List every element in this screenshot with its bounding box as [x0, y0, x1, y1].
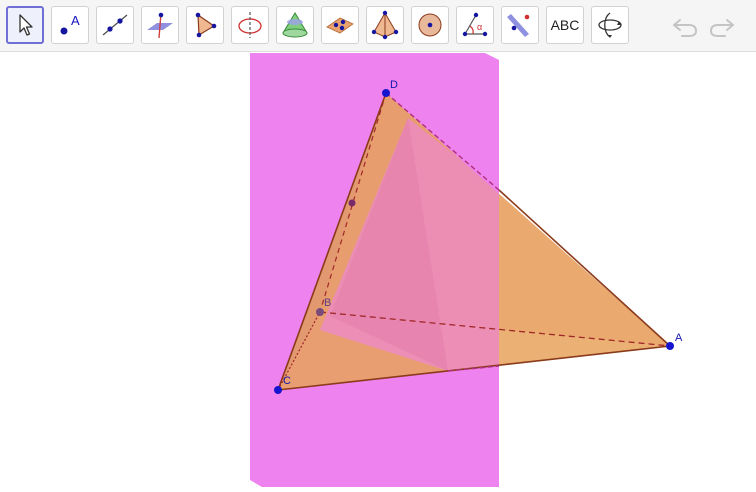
text-tool-button[interactable]: ABC	[546, 6, 584, 44]
cone-icon	[282, 12, 308, 38]
point-tool-glyph: A	[71, 13, 80, 28]
circle-around-axis-icon	[238, 12, 262, 38]
perpendicular-line-icon	[147, 12, 173, 39]
label-c: C	[283, 375, 291, 387]
sphere-icon	[418, 13, 442, 37]
angle-icon: α	[462, 12, 488, 37]
graphics-view-3d[interactable]: D A B C	[0, 53, 756, 487]
point-c[interactable]	[274, 386, 282, 394]
circle-axis-tool-button[interactable]	[231, 6, 269, 44]
plane-through-points-tool-button[interactable]	[321, 6, 359, 44]
cursor-arrow-icon	[19, 14, 33, 36]
label-b: B	[324, 297, 331, 309]
text-tool-label: ABC	[550, 17, 580, 33]
toolbar: A α ABC	[0, 0, 756, 52]
point-on-bd[interactable]	[348, 199, 356, 207]
pyramid-tool-button[interactable]	[366, 6, 404, 44]
redo-button[interactable]	[707, 12, 737, 40]
pyramid-icon	[371, 10, 399, 40]
perpendicular-tool-button[interactable]	[141, 6, 179, 44]
rotate-view-tool-button[interactable]	[591, 6, 629, 44]
point-tool-button[interactable]: A	[51, 6, 89, 44]
angle-tool-button[interactable]: α	[456, 6, 494, 44]
point-icon: A	[60, 13, 80, 35]
plane-points-icon	[326, 17, 354, 34]
undo-button[interactable]	[670, 12, 700, 40]
label-d: D	[390, 79, 398, 91]
line-tool-button[interactable]	[96, 6, 134, 44]
line-icon	[102, 14, 128, 36]
rotate-view-icon	[598, 12, 622, 38]
redo-icon	[709, 19, 734, 37]
label-a: A	[675, 332, 683, 344]
move-tool-button[interactable]	[6, 6, 44, 44]
cone-tool-button[interactable]	[276, 6, 314, 44]
point-b[interactable]	[316, 308, 324, 316]
polygon-tool-button[interactable]	[186, 6, 224, 44]
undo-icon	[673, 19, 698, 37]
reflect-about-plane-icon	[507, 14, 530, 37]
reflect-tool-button[interactable]	[501, 6, 539, 44]
point-a[interactable]	[666, 342, 674, 350]
scene-svg[interactable]: D A B C	[0, 53, 756, 487]
angle-tool-glyph: α	[477, 22, 482, 32]
polygon-icon	[195, 12, 217, 38]
point-d[interactable]	[382, 89, 390, 97]
sphere-tool-button[interactable]	[411, 6, 449, 44]
